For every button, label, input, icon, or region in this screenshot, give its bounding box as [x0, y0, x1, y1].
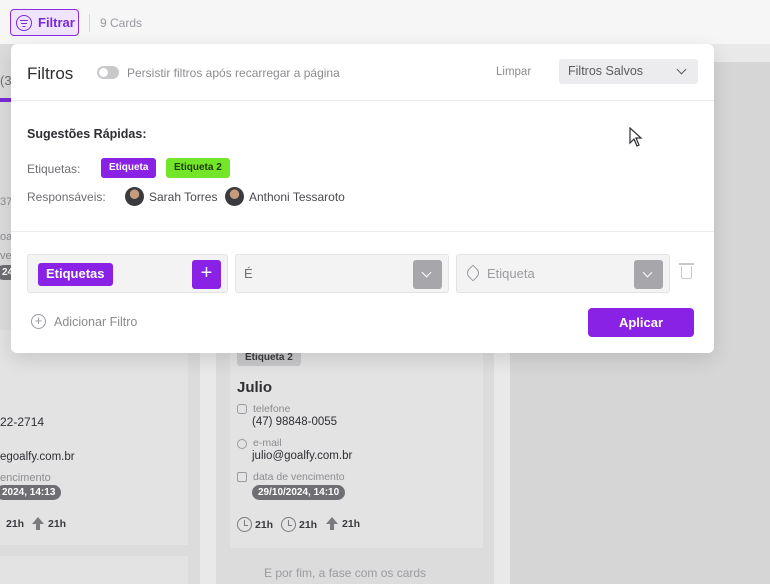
filter-value-select[interactable]: Etiqueta	[456, 254, 670, 293]
cards-count: 9 Cards	[100, 16, 143, 30]
column-footer-text: E por fim, a fase com os cards	[264, 566, 427, 580]
email-icon	[237, 439, 247, 449]
quick-suggestions-title: Sugestões Rápidas:	[27, 127, 147, 141]
add-filter-button[interactable]: + Adicionar Filtro	[31, 314, 137, 329]
filter-button[interactable]: Filtrar	[10, 9, 79, 36]
upload-icon	[31, 517, 45, 531]
phone-fragment: 22-2714	[0, 415, 45, 429]
card-title: Julio	[237, 379, 273, 396]
tags-label: Etiquetas:	[27, 162, 81, 176]
field-chip: Etiquetas	[38, 263, 113, 286]
responsibles-label: Responsáveis:	[27, 190, 106, 204]
card-left-2[interactable]	[0, 556, 188, 584]
column-count-fragment: (3	[0, 73, 12, 88]
filter-icon	[16, 14, 32, 31]
email-value: julio@goalfy.com.br	[252, 450, 353, 462]
clear-button[interactable]: Limpar	[496, 66, 531, 78]
mouse-cursor-icon	[629, 127, 643, 147]
suggestion-tag-etiqueta[interactable]: Etiqueta	[101, 158, 157, 178]
plus-circle-icon: +	[31, 314, 46, 329]
metric-upload: 21h	[31, 517, 66, 531]
divider	[89, 14, 90, 32]
divider	[11, 231, 714, 232]
due-date-badge: 29/10/2024, 14:10	[252, 485, 346, 500]
metric-time-1: 21h	[237, 517, 273, 532]
suggestion-person-sarah[interactable]: Sarah Torres	[149, 190, 217, 204]
add-field-button[interactable]: +	[192, 260, 221, 289]
card-left[interactable]	[0, 330, 188, 545]
email-fragment: egoalfy.com.br	[0, 451, 75, 463]
calendar-icon	[237, 472, 247, 482]
phone-value: (47) 98848-0055	[252, 416, 338, 428]
upload-icon	[325, 517, 339, 531]
filter-panel: Filtros Persistir filtros após recarrega…	[11, 44, 714, 353]
value-placeholder: Etiqueta	[487, 266, 535, 281]
filter-field-select[interactable]: Etiquetas +	[27, 254, 228, 293]
due-date-fragment: 2024, 14:13	[0, 485, 62, 500]
clock-icon	[281, 517, 296, 532]
phone-icon	[237, 404, 247, 414]
suggestion-person-anthoni[interactable]: Anthoni Tessaroto	[249, 190, 345, 204]
avatar	[225, 187, 244, 206]
top-bar: Filtrar 9 Cards	[0, 0, 770, 44]
phone-label: telefone	[253, 403, 291, 415]
saved-filters-label: Filtros Salvos	[568, 64, 644, 78]
filter-operator-select[interactable]: É	[235, 254, 449, 293]
persist-toggle[interactable]	[97, 66, 119, 79]
value-dropdown-button[interactable]	[634, 260, 663, 289]
apply-button[interactable]: Aplicar	[588, 308, 694, 337]
operator-dropdown-button[interactable]	[413, 260, 442, 289]
suggestion-tag-etiqueta-2[interactable]: Etiqueta 2	[166, 158, 230, 178]
operator-value: É	[244, 266, 253, 281]
trash-icon[interactable]	[679, 263, 694, 279]
avatar	[125, 187, 144, 206]
chevron-down-icon	[421, 267, 432, 278]
metric-time: 21h	[6, 518, 25, 530]
panel-title: Filtros	[27, 64, 74, 83]
persist-label: Persistir filtros após recarregar a pági…	[127, 66, 340, 80]
email-label: e-mail	[253, 437, 282, 449]
saved-filters-select[interactable]: Filtros Salvos	[559, 59, 698, 84]
divider	[11, 100, 714, 101]
add-filter-label: Adicionar Filtro	[54, 314, 138, 329]
metric-time-2: 21h	[281, 517, 317, 532]
chevron-down-icon	[676, 64, 687, 75]
due-label-fragment: encimento	[0, 472, 51, 484]
due-label: data de vencimento	[253, 471, 345, 483]
clock-icon	[237, 517, 252, 532]
filter-button-label: Filtrar	[38, 15, 75, 30]
tag-icon	[464, 264, 482, 282]
metric-upload: 21h	[325, 517, 360, 531]
chevron-down-icon	[642, 267, 653, 278]
